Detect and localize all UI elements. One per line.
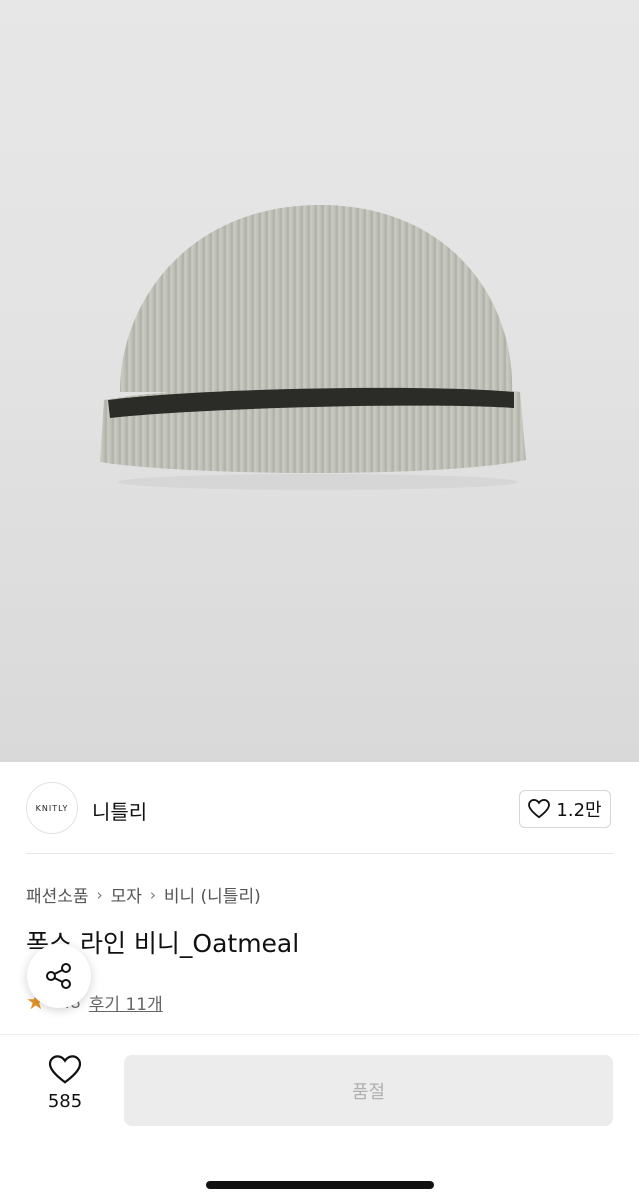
reviews-link[interactable]: 후기 11개 xyxy=(89,990,163,1015)
brand-row[interactable]: KNITLY 니틀리 1.2만 xyxy=(0,762,639,854)
brand-logo-text: KNITLY xyxy=(35,803,69,813)
brand-logo[interactable]: KNITLY xyxy=(26,782,78,834)
beanie-illustration xyxy=(100,205,526,490)
product-image[interactable] xyxy=(0,0,639,762)
like-count: 1.2만 xyxy=(556,800,602,821)
chevron-right-icon: › xyxy=(96,885,103,904)
breadcrumb-item[interactable]: 패션소품 xyxy=(26,882,89,907)
wish-count: 585 xyxy=(47,1091,83,1112)
heart-icon xyxy=(48,1055,82,1084)
share-icon xyxy=(46,963,71,989)
home-indicator[interactable] xyxy=(206,1181,434,1189)
chevron-right-icon: › xyxy=(149,885,156,904)
breadcrumb: 패션소품 › 모자 › 비니 (니틀리) xyxy=(26,882,261,908)
heart-icon xyxy=(528,799,551,819)
divider xyxy=(26,853,613,854)
share-button[interactable] xyxy=(27,944,91,1008)
like-button[interactable]: 1.2만 xyxy=(519,790,611,828)
breadcrumb-item[interactable]: 모자 xyxy=(111,882,142,907)
brand-name[interactable]: 니틀리 xyxy=(92,796,147,825)
bottom-bar: 585 품절 xyxy=(0,1034,639,1200)
wish-button[interactable]: 585 xyxy=(30,1055,100,1112)
soldout-button[interactable]: 품절 xyxy=(124,1055,613,1126)
breadcrumb-item[interactable]: 비니 (니틀리) xyxy=(164,882,261,907)
